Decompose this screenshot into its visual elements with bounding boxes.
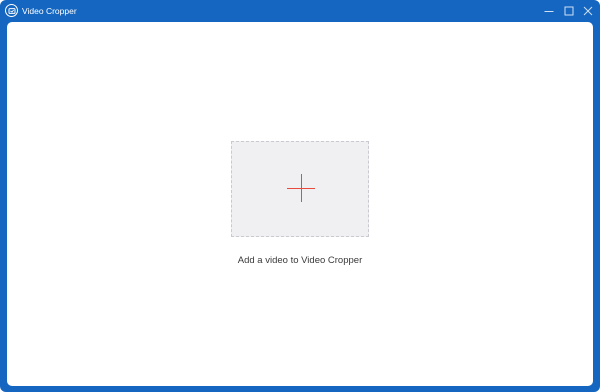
main-content: Add a video to Video Cropper bbox=[7, 22, 593, 386]
title-bar[interactable]: Video Cropper bbox=[0, 0, 600, 22]
maximize-icon bbox=[564, 6, 574, 16]
add-video-dropzone[interactable] bbox=[231, 141, 369, 237]
close-icon bbox=[583, 6, 593, 16]
add-plus-icon bbox=[287, 174, 315, 202]
minimize-button[interactable] bbox=[540, 3, 558, 19]
app-logo-icon bbox=[5, 4, 18, 17]
maximize-button[interactable] bbox=[560, 3, 578, 19]
close-button[interactable] bbox=[579, 3, 597, 19]
minimize-icon bbox=[544, 6, 554, 16]
app-window: Video Cropper Add a video to Video Cropp… bbox=[0, 0, 600, 392]
window-title: Video Cropper bbox=[22, 6, 77, 16]
add-video-label: Add a video to Video Cropper bbox=[237, 255, 363, 266]
